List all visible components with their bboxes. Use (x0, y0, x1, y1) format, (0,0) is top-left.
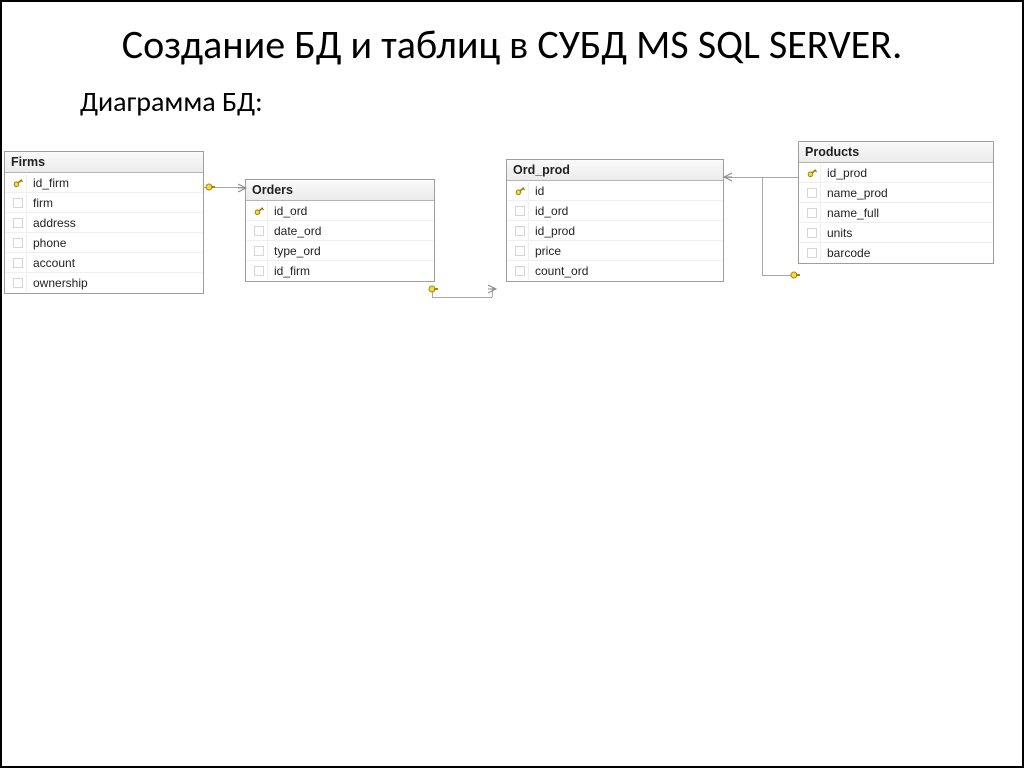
entity-body: id_prod name_prod name_fullunits barcode (799, 163, 993, 263)
entity-field-row[interactable]: units (799, 223, 993, 243)
field-blank-icon (511, 262, 529, 280)
field-blank-icon (250, 242, 268, 260)
entity-field-row[interactable]: id_ord (507, 201, 723, 221)
entity-field-row[interactable]: phone (5, 233, 203, 253)
rel-orders-ordprod-h (432, 297, 492, 298)
entity-firms[interactable]: Firms id_firmfirm address phone account owne… (4, 151, 204, 294)
field-blank-icon (9, 234, 27, 252)
field-blank-icon (511, 242, 529, 260)
field-blank-icon (9, 254, 27, 272)
field-name: firm (31, 196, 199, 210)
field-blank-icon (511, 222, 529, 240)
rel-end-many-icon (722, 171, 734, 183)
entity-field-row[interactable]: ownership (5, 273, 203, 293)
rel-end-key-icon (426, 283, 440, 295)
field-name: name_prod (825, 186, 989, 200)
field-blank-icon (803, 224, 821, 242)
entity-title: Products (799, 142, 993, 163)
entity-field-row[interactable]: id_ord (246, 201, 434, 221)
field-name: id_firm (31, 176, 199, 190)
entity-field-row[interactable]: id (507, 181, 723, 201)
entity-field-row[interactable]: firm (5, 193, 203, 213)
entity-field-row[interactable]: address (5, 213, 203, 233)
entity-field-row[interactable]: name_prod (799, 183, 993, 203)
primary-key-icon (9, 174, 27, 192)
entity-body: id id_ord id_prodprice count_ord (507, 181, 723, 281)
entity-field-row[interactable]: type_ord (246, 241, 434, 261)
entity-field-row[interactable]: id_firm (246, 261, 434, 281)
entity-field-row[interactable]: count_ord (507, 261, 723, 281)
entity-field-row[interactable]: id_prod (799, 163, 993, 183)
primary-key-icon (803, 164, 821, 182)
field-name: count_ord (533, 264, 719, 278)
entity-body: id_firmfirm address phone account ownership (5, 173, 203, 293)
entity-field-row[interactable]: id_firm (5, 173, 203, 193)
field-blank-icon (803, 184, 821, 202)
field-name: phone (31, 236, 199, 250)
field-name: type_ord (272, 244, 430, 258)
primary-key-icon (250, 202, 268, 220)
field-name: barcode (825, 246, 989, 260)
entity-field-row[interactable]: barcode (799, 243, 993, 263)
diagram-heading: Диаграмма БД: (80, 84, 1022, 119)
field-name: address (31, 216, 199, 230)
field-name: units (825, 226, 989, 240)
field-blank-icon (250, 262, 268, 280)
rel-end-key-icon (788, 269, 802, 281)
rel-end-key-icon (203, 181, 217, 193)
field-blank-icon (250, 222, 268, 240)
field-blank-icon (9, 214, 27, 232)
field-blank-icon (803, 244, 821, 262)
primary-key-icon (511, 182, 529, 200)
rel-end-many-icon (486, 283, 498, 295)
field-name: id_ord (272, 204, 430, 218)
entity-title: Orders (246, 180, 434, 201)
entity-orders[interactable]: Orders id_ord date_ord type_ord id_firm (245, 179, 435, 282)
field-name: id_ord (533, 204, 719, 218)
slide: Создание БД и таблиц в СУБД MS SQL SERVE… (2, 2, 1022, 766)
field-name: ownership (31, 276, 199, 290)
field-blank-icon (9, 274, 27, 292)
entity-field-row[interactable]: account (5, 253, 203, 273)
field-name: id (533, 184, 719, 198)
field-name: id_prod (825, 166, 989, 180)
field-name: id_firm (272, 264, 430, 278)
field-name: price (533, 244, 719, 258)
entity-field-row[interactable]: name_full (799, 203, 993, 223)
entity-field-row[interactable]: price (507, 241, 723, 261)
entity-field-row[interactable]: id_prod (507, 221, 723, 241)
field-name: id_prod (533, 224, 719, 238)
rel-products-ordprod-h1 (724, 177, 798, 178)
rel-products-ordprod-v (762, 177, 763, 275)
entity-title: Firms (5, 152, 203, 173)
entity-body: id_ord date_ord type_ord id_firm (246, 201, 434, 281)
entity-ord-prod[interactable]: Ord_prod id id_ord id_prodprice count_ord (506, 159, 724, 282)
field-blank-icon (9, 194, 27, 212)
field-blank-icon (511, 202, 529, 220)
field-blank-icon (803, 204, 821, 222)
entity-title: Ord_prod (507, 160, 723, 181)
entity-products[interactable]: Products id_prod name_prod name_fullunits b… (798, 141, 994, 264)
field-name: date_ord (272, 224, 430, 238)
er-diagram: Firms id_firmfirmaddressphoneaccountowne… (2, 127, 1022, 357)
page-title: Создание БД и таблиц в СУБД MS SQL SERVE… (42, 22, 982, 68)
entity-field-row[interactable]: date_ord (246, 221, 434, 241)
field-name: name_full (825, 206, 989, 220)
rel-end-many-icon (236, 182, 248, 194)
field-name: account (31, 256, 199, 270)
